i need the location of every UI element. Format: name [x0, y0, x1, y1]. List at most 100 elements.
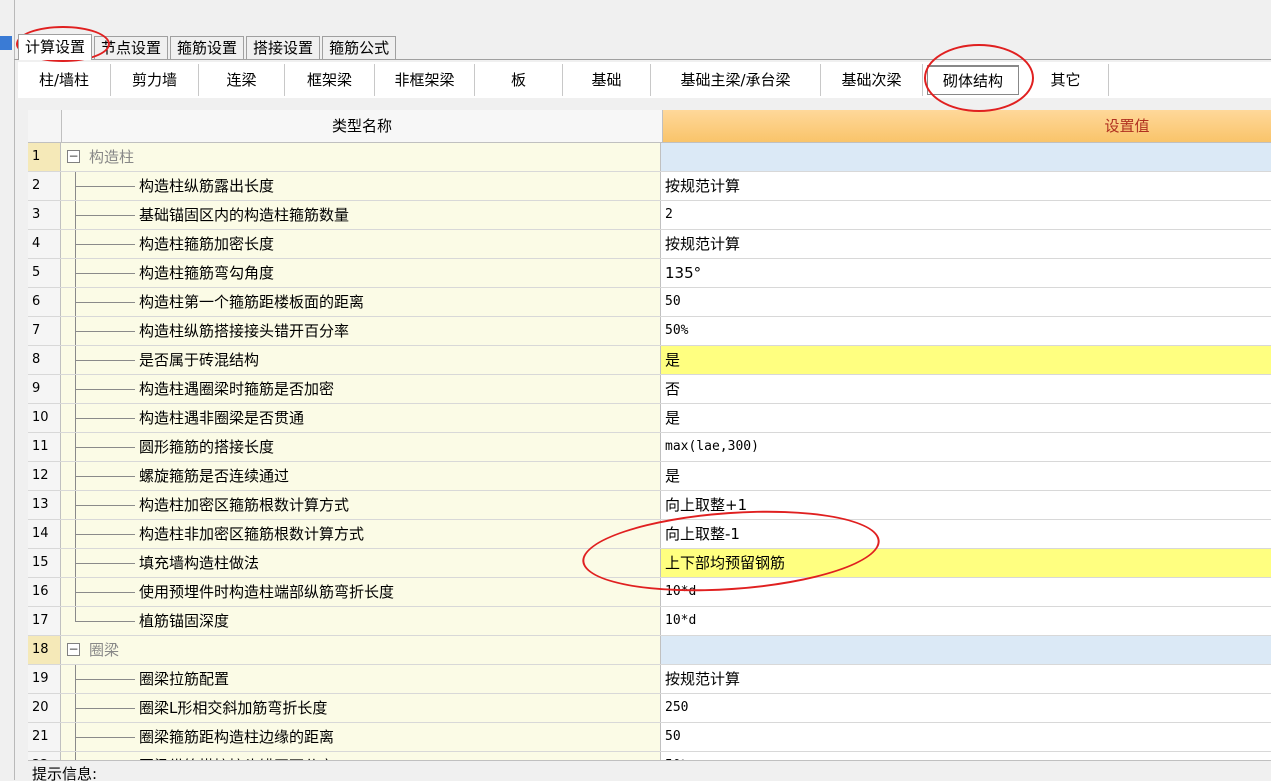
setting-value-cell[interactable]: 是	[661, 462, 1271, 490]
row-number: 6	[28, 288, 61, 316]
row-number: 8	[28, 346, 61, 374]
tree-branch	[75, 737, 135, 738]
table-row[interactable]: 5 构造柱箍筋弯勾角度 135°	[28, 259, 1271, 288]
tree-branch	[75, 476, 135, 477]
row-number: 4	[28, 230, 61, 258]
table-row[interactable]: 17 植筋锚固深度 10*d	[28, 607, 1271, 636]
type-name-cell: 圈梁箍筋距构造柱边缘的距离	[61, 723, 661, 751]
category-row[interactable]: 1− 构造柱	[28, 143, 1271, 172]
tree-branch	[75, 679, 135, 680]
subtab-coupling-beam[interactable]: 连梁	[199, 64, 285, 96]
hint-info-label: 提示信息:	[32, 765, 98, 781]
row-number: 18	[28, 636, 61, 664]
setting-value-cell[interactable]: 上下部均预留钢筋	[661, 549, 1271, 577]
setting-label: 构造柱第一个箍筋距楼板面的距离	[139, 293, 365, 311]
tab-stirrup-settings[interactable]: 箍筋设置	[170, 36, 245, 60]
category-label: 构造柱	[89, 148, 135, 166]
collapse-icon[interactable]: −	[67, 643, 80, 656]
tab-stirrup-formula[interactable]: 箍筋公式	[322, 36, 397, 60]
type-name-cell: 螺旋箍筋是否连续通过	[61, 462, 661, 490]
table-row[interactable]: 3 基础锚固区内的构造柱箍筋数量 2	[28, 201, 1271, 230]
table-row[interactable]: 11 圆形箍筋的搭接长度 max(lae,300)	[28, 433, 1271, 462]
setting-label: 构造柱遇圈梁时箍筋是否加密	[139, 380, 335, 398]
row-number: 12	[28, 462, 61, 490]
table-row[interactable]: 13 构造柱加密区箍筋根数计算方式 向上取整+1	[28, 491, 1271, 520]
table-row[interactable]: 10 构造柱遇非圈梁是否贯通 是	[28, 404, 1271, 433]
table-row[interactable]: 2 构造柱纵筋露出长度 按规范计算	[28, 172, 1271, 201]
table-row[interactable]: 15 填充墙构造柱做法 上下部均预留钢筋	[28, 549, 1271, 578]
type-name-cell: − 圈梁	[61, 636, 661, 664]
tree-branch	[75, 186, 135, 187]
subtab-column[interactable]: 柱/墙柱	[18, 64, 111, 96]
type-name-cell: 圈梁拉筋配置	[61, 665, 661, 693]
setting-value-cell[interactable]: 按规范计算	[661, 665, 1271, 693]
table-row[interactable]: 6 构造柱第一个箍筋距楼板面的距离 50	[28, 288, 1271, 317]
table-row[interactable]: 20 圈梁L形相交斜加筋弯折长度 250	[28, 694, 1271, 723]
tab-node-settings[interactable]: 节点设置	[94, 36, 169, 60]
setting-value-cell[interactable]: 2	[661, 201, 1271, 229]
type-name-cell: 构造柱遇非圈梁是否贯通	[61, 404, 661, 432]
table-row[interactable]: 14 构造柱非加密区箍筋根数计算方式 向上取整-1	[28, 520, 1271, 549]
table-row[interactable]: 9 构造柱遇圈梁时箍筋是否加密 否	[28, 375, 1271, 404]
type-name-cell: − 构造柱	[61, 143, 661, 171]
setting-value-cell[interactable]: 是	[661, 404, 1271, 432]
setting-value-cell[interactable]: 按规范计算	[661, 172, 1271, 200]
row-number: 15	[28, 549, 61, 577]
setting-value-cell[interactable]: max(lae,300)	[661, 433, 1271, 461]
row-number-header	[28, 110, 62, 142]
tree-line	[75, 607, 76, 621]
subtab-foundation[interactable]: 基础	[563, 64, 651, 96]
setting-value-cell[interactable]: 是	[661, 346, 1271, 374]
setting-value-cell[interactable]: 按规范计算	[661, 230, 1271, 258]
setting-value-cell[interactable]: 向上取整+1	[661, 491, 1271, 519]
setting-label: 圈梁L形相交斜加筋弯折长度	[139, 699, 328, 717]
setting-label: 构造柱纵筋搭接接头错开百分率	[139, 322, 350, 340]
subtab-shear-wall[interactable]: 剪力墙	[111, 64, 199, 96]
setting-value-cell[interactable]: 50%	[661, 317, 1271, 345]
category-row[interactable]: 18− 圈梁	[28, 636, 1271, 665]
subtab-masonry[interactable]: 砌体结构	[927, 65, 1019, 95]
setting-label: 螺旋箍筋是否连续通过	[139, 467, 290, 485]
setting-label: 构造柱箍筋弯勾角度	[139, 264, 275, 282]
table-row[interactable]: 19 圈梁拉筋配置 按规范计算	[28, 665, 1271, 694]
type-name-cell: 构造柱箍筋加密长度	[61, 230, 661, 258]
subtab-slab[interactable]: 板	[475, 64, 563, 96]
tree-branch	[75, 244, 135, 245]
table-row[interactable]: 4 构造柱箍筋加密长度 按规范计算	[28, 230, 1271, 259]
setting-label: 构造柱加密区箍筋根数计算方式	[139, 496, 350, 514]
row-number: 7	[28, 317, 61, 345]
table-row[interactable]: 16 使用预埋件时构造柱端部纵筋弯折长度 10*d	[28, 578, 1271, 607]
category-label: 圈梁	[89, 641, 120, 659]
left-panel-edge	[0, 0, 15, 780]
row-number: 9	[28, 375, 61, 403]
setting-value-cell[interactable]: 10*d	[661, 607, 1271, 635]
setting-value-cell[interactable]: 135°	[661, 259, 1271, 287]
setting-value-cell[interactable]: 50	[661, 723, 1271, 751]
row-number: 5	[28, 259, 61, 287]
type-name-cell: 构造柱第一个箍筋距楼板面的距离	[61, 288, 661, 316]
row-number: 1	[28, 143, 61, 171]
setting-label: 圈梁拉筋配置	[139, 670, 230, 688]
tab-calc-settings[interactable]: 计算设置	[18, 34, 93, 60]
subtab-frame-beam[interactable]: 框架梁	[285, 64, 375, 96]
subtab-other[interactable]: 其它	[1023, 64, 1109, 96]
setting-value-cell[interactable]: 10*d	[661, 578, 1271, 606]
table-row[interactable]: 7 构造柱纵筋搭接接头错开百分率 50%	[28, 317, 1271, 346]
setting-value-cell[interactable]: 向上取整-1	[661, 520, 1271, 548]
type-name-cell: 是否属于砖混结构	[61, 346, 661, 374]
type-name-cell: 构造柱箍筋弯勾角度	[61, 259, 661, 287]
subtab-foundation-main-beam[interactable]: 基础主梁/承台梁	[651, 64, 821, 96]
setting-label: 使用预埋件时构造柱端部纵筋弯折长度	[139, 583, 395, 601]
table-row[interactable]: 8 是否属于砖混结构 是	[28, 346, 1271, 375]
collapse-icon[interactable]: −	[67, 150, 80, 163]
subtab-foundation-secondary-beam[interactable]: 基础次梁	[821, 64, 923, 96]
main-tab-bar: 计算设置 节点设置 箍筋设置 搭接设置 箍筋公式	[18, 34, 398, 60]
setting-value-cell[interactable]: 否	[661, 375, 1271, 403]
table-row[interactable]: 12 螺旋箍筋是否连续通过 是	[28, 462, 1271, 491]
setting-value-cell[interactable]: 50	[661, 288, 1271, 316]
subtab-non-frame-beam[interactable]: 非框架梁	[375, 64, 475, 96]
table-row[interactable]: 21 圈梁箍筋距构造柱边缘的距离 50	[28, 723, 1271, 752]
tab-lap-settings[interactable]: 搭接设置	[246, 36, 321, 60]
setting-value-cell[interactable]: 250	[661, 694, 1271, 722]
setting-label: 填充墙构造柱做法	[139, 554, 260, 572]
